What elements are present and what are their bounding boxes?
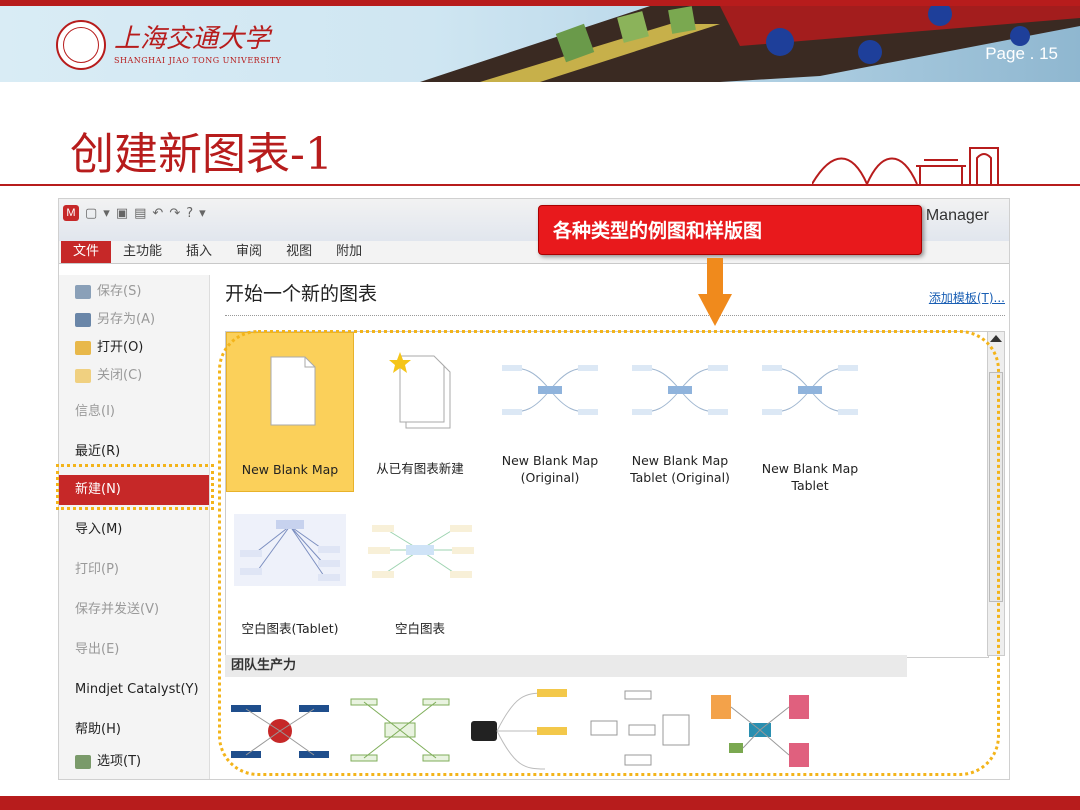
down-arrow-icon xyxy=(698,258,732,326)
university-name-cn: 上海交通大学 xyxy=(114,23,271,54)
sidebar-item-save-send[interactable]: 保存并发送(V) xyxy=(59,595,209,625)
mindmap-thumbnail-icon xyxy=(762,365,858,415)
template-label: New Blank Map (Original) xyxy=(501,453,599,485)
sidebar-item-help[interactable]: 帮助(H) xyxy=(59,715,209,745)
help-icon[interactable]: ? xyxy=(186,206,193,221)
sidebar-item-label: 打开(O) xyxy=(97,340,144,355)
team-template-thumbnail[interactable] xyxy=(225,685,335,777)
bottom-red-bar xyxy=(0,796,1080,810)
sidebar-item-new[interactable]: 新建(N) xyxy=(59,475,209,505)
slide-header: 上海交通大学 SHANGHAI JIAO TONG UNIVERSITY Pag… xyxy=(0,6,1080,82)
university-seal-icon xyxy=(56,20,106,70)
sidebar-item-save[interactable]: 保存(S) xyxy=(59,277,209,307)
tab-review[interactable]: 审阅 xyxy=(224,241,274,263)
template-label: New Blank Map xyxy=(241,462,339,477)
university-logo: 上海交通大学 SHANGHAI JIAO TONG UNIVERSITY xyxy=(56,20,281,70)
blank-page-icon xyxy=(270,356,316,426)
close-folder-icon xyxy=(75,368,91,383)
template-label: New Blank Map Tablet (Original) xyxy=(630,453,730,485)
open-icon[interactable]: ▾ xyxy=(103,206,110,221)
slide-title: 创建新图表-1 xyxy=(70,129,333,180)
team-template-thumbnail[interactable] xyxy=(465,685,575,777)
university-name-en: SHANGHAI JIAO TONG UNIVERSITY xyxy=(114,55,282,65)
template-label: New Blank Map Tablet xyxy=(761,461,859,493)
team-template-row xyxy=(225,679,1005,779)
template-blank-original[interactable]: New Blank Map (Original) xyxy=(486,332,614,492)
sidebar-item-label: 选项(T) xyxy=(97,754,142,769)
print-icon[interactable]: ▤ xyxy=(134,206,146,221)
new-doc-icon[interactable]: ▢ xyxy=(85,206,97,221)
tab-file[interactable]: 文件 xyxy=(61,241,112,263)
add-template-link[interactable]: 添加模板(T)... xyxy=(929,289,1005,306)
team-template-thumbnail[interactable] xyxy=(705,685,815,777)
mindmap-thumbnail-icon xyxy=(632,365,728,415)
roof-eaves-image xyxy=(420,6,1080,82)
sidebar-item-catalyst[interactable]: Mindjet Catalyst(Y) xyxy=(59,675,209,705)
redo-icon[interactable]: ↷ xyxy=(169,206,180,221)
open-folder-icon xyxy=(75,340,91,355)
template-label: 空白图表 xyxy=(394,621,445,636)
sidebar-item-label: 关闭(C) xyxy=(97,368,143,383)
template-blank-cn[interactable]: 空白图表 xyxy=(356,492,484,652)
template-gallery: New Blank Map 从已有图表新建 New Blank Map (Ori… xyxy=(225,331,989,658)
tab-addins[interactable]: 附加 xyxy=(324,241,374,263)
template-blank-tablet-cn[interactable]: 空白图表(Tablet) xyxy=(226,492,354,652)
sidebar-item-close[interactable]: 关闭(C) xyxy=(59,361,209,391)
sidebar-item-save-as[interactable]: 另存为(A) xyxy=(59,305,209,335)
sidebar-item-options[interactable]: 选项(T) xyxy=(59,747,209,777)
backstage-sidebar: 保存(S) 另存为(A) 打开(O) 关闭(C) 信息(I) 最近(R) 新建(… xyxy=(59,275,210,779)
pages-star-icon xyxy=(389,352,451,429)
template-new-blank-map[interactable]: New Blank Map xyxy=(226,332,354,492)
sidebar-item-recent[interactable]: 最近(R) xyxy=(59,437,209,467)
sidebar-item-label: 保存(S) xyxy=(97,284,142,299)
template-tablet-original[interactable]: New Blank Map Tablet (Original) xyxy=(616,332,744,492)
main-heading: 开始一个新的图表 xyxy=(225,283,378,305)
team-template-thumbnail[interactable] xyxy=(585,685,695,777)
gate-logo-icon xyxy=(812,147,999,186)
save-icon xyxy=(75,284,91,299)
mindmap-thumbnail-icon xyxy=(368,525,474,578)
app-logo-icon[interactable]: M xyxy=(63,205,79,221)
scroll-up-icon[interactable] xyxy=(990,335,1002,342)
scroll-thumb[interactable] xyxy=(989,372,1003,602)
sidebar-item-open[interactable]: 打开(O) xyxy=(59,333,209,363)
sidebar-item-import[interactable]: 导入(M) xyxy=(59,515,209,545)
section-team-productivity: 团队生产力 xyxy=(225,655,907,677)
mindmanager-window: M ▢ ▾ ▣ ▤ ↶ ↷ ? ▾ Manager 文件 主功能 插入 审阅 视… xyxy=(58,198,1010,780)
page-number: Page . 15 xyxy=(985,44,1058,63)
sidebar-item-export[interactable]: 导出(E) xyxy=(59,635,209,665)
sidebar-item-label: 另存为(A) xyxy=(97,312,156,327)
tab-view[interactable]: 视图 xyxy=(274,241,324,263)
undo-icon[interactable]: ↶ xyxy=(152,206,163,221)
sidebar-item-info[interactable]: 信息(I) xyxy=(59,397,209,427)
title-underline xyxy=(0,184,1080,186)
gallery-scrollbar[interactable] xyxy=(987,331,1005,656)
team-template-thumbnail[interactable] xyxy=(345,685,455,777)
mindmap-thumbnail-icon xyxy=(234,514,346,586)
callout-box: 各种类型的例图和样版图 xyxy=(538,205,922,255)
customize-icon[interactable]: ▾ xyxy=(199,206,206,221)
template-tablet[interactable]: New Blank Map Tablet xyxy=(746,332,874,493)
save-as-icon xyxy=(75,312,91,327)
sidebar-item-print[interactable]: 打印(P) xyxy=(59,555,209,585)
template-label: 空白图表(Tablet) xyxy=(241,621,339,636)
options-icon xyxy=(75,754,91,769)
mindmap-thumbnail-icon xyxy=(502,365,598,415)
save-icon[interactable]: ▣ xyxy=(116,206,128,221)
tab-home[interactable]: 主功能 xyxy=(111,241,174,263)
window-title: Manager xyxy=(925,207,989,224)
template-from-existing[interactable]: 从已有图表新建 xyxy=(356,332,484,492)
template-label: 从已有图表新建 xyxy=(376,461,464,476)
tab-insert[interactable]: 插入 xyxy=(174,241,224,263)
heading-divider xyxy=(225,315,1005,316)
